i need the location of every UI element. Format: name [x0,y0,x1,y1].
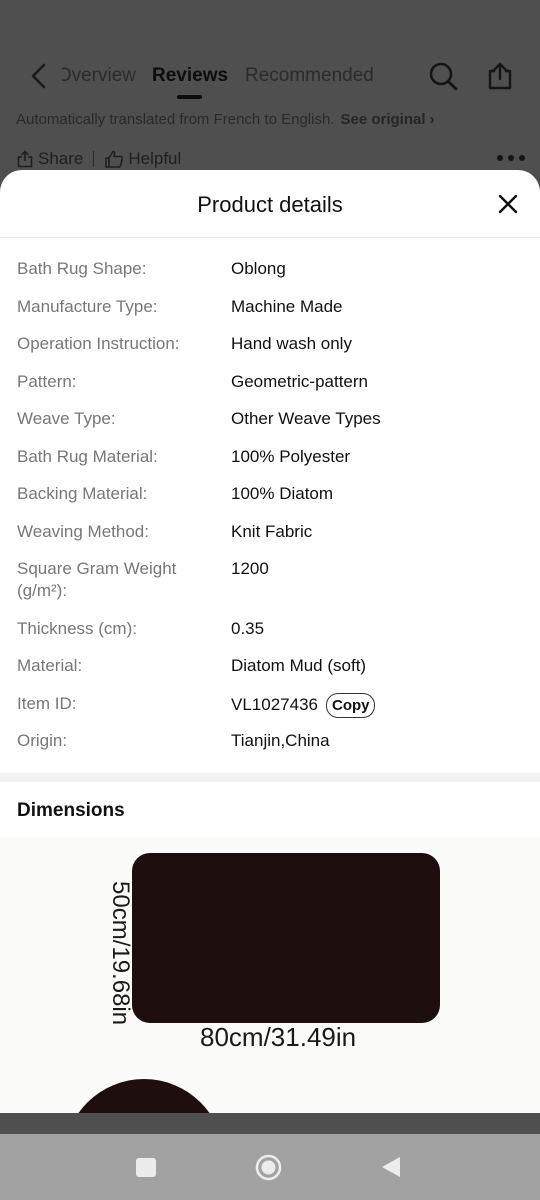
detail-label: Manufacture Type: [17,296,158,316]
detail-row: Thickness (cm): 0.35 [0,610,540,648]
more-options-icon[interactable] [497,155,525,163]
detail-value: Knit Fabric [231,521,313,541]
detail-value: 100% Polyester [231,446,351,466]
dimensions-title: Dimensions [17,800,125,821]
see-original-link[interactable]: See original › [340,111,434,128]
height-dimension-label: 50cm/19.68in [107,880,134,1026]
detail-row: Weave Type: Other Weave Types [0,400,540,438]
details-list: Bath Rug Shape: Oblong Manufacture Type:… [0,250,540,760]
rectangular-rug-image [132,853,440,1023]
tab-overview[interactable]: Overview [62,65,136,87]
dimensions-image: 50cm/19.68in 80cm/31.49in [0,838,540,1113]
detail-row: Backing Material: 100% Diatom [0,475,540,513]
detail-row: Origin: Tianjin,China [0,722,540,760]
sheet-title: Product details [197,192,343,217]
back-triangle-icon[interactable] [381,1156,401,1178]
detail-label: Backing Material: [17,484,148,503]
detail-value: 1200 [231,559,269,578]
helpful-button[interactable]: Helpful [128,149,181,169]
share-icon[interactable] [486,61,514,91]
detail-row: Operation Instruction: Hand wash only [0,325,540,363]
detail-value: Machine Made [231,296,343,316]
translation-text: Automatically translated from French to … [16,111,335,128]
detail-label: Square Gram Weight (g/m²): [17,559,177,600]
detail-label: Bath Rug Material: [17,446,158,466]
review-actions: Share Helpful [16,148,181,170]
detail-label: Thickness (cm): [17,618,137,638]
detail-label: Bath Rug Shape: [17,259,147,278]
round-rug-image [64,1079,224,1113]
width-dimension-label: 80cm/31.49in [200,1022,357,1052]
detail-label: Origin: [17,731,68,750]
detail-row: Bath Rug Material: 100% Polyester [0,438,540,476]
thumbs-up-icon [105,150,124,168]
detail-label: Material: [17,656,83,675]
detail-label: Operation Instruction: [17,334,180,353]
detail-label: Weave Type: [17,409,116,428]
detail-row: Item ID: VL1027436 Copy [0,685,540,723]
detail-row: Pattern: Geometric-pattern [0,363,540,401]
detail-row: Bath Rug Shape: Oblong [0,250,540,288]
top-bar: Overview Reviews Recommended [0,48,540,104]
detail-value: Tianjin,China [231,731,330,750]
tab-reviews[interactable]: Reviews [152,65,228,87]
detail-value: Other Weave Types [231,409,381,428]
detail-row: Square Gram Weight (g/m²): 1200 [0,550,540,610]
share-button[interactable]: Share [38,149,83,169]
section-divider [0,773,540,782]
detail-value-item-id: VL1027436 Copy [231,692,376,718]
detail-value: 100% Diatom [231,484,334,503]
detail-label: Item ID: [17,693,77,713]
detail-value: Diatom Mud (soft) [231,656,367,675]
system-navigation-bar [0,1134,540,1200]
divider [93,151,95,167]
detail-row: Weaving Method: Knit Fabric [0,513,540,551]
copy-button[interactable]: Copy [325,692,376,718]
detail-row: Material: Diatom Mud (soft) [0,647,540,685]
detail-value: 0.35 [231,618,265,638]
detail-row: Manufacture Type: Machine Made [0,288,540,326]
detail-value: Hand wash only [231,334,352,353]
detail-label: Pattern: [17,371,77,391]
recent-apps-icon[interactable] [136,1158,156,1177]
item-id-text: VL1027436 [231,694,318,714]
back-arrow-icon[interactable] [26,62,54,90]
translation-notice: Automatically translated from French to … [16,111,435,128]
detail-label: Weaving Method: [17,521,149,541]
detail-value: Geometric-pattern [231,371,368,391]
home-icon[interactable] [255,1154,282,1181]
detail-value: Oblong [231,259,286,278]
search-icon[interactable] [428,61,458,91]
close-icon[interactable] [494,190,522,218]
tab-recommended[interactable]: Recommended [245,65,374,87]
sheet-header: Product details [0,170,540,238]
active-tab-indicator [177,95,202,99]
product-details-sheet: Product details Bath Rug Shape: Oblong M… [0,170,540,1113]
share-small-icon [17,150,33,168]
